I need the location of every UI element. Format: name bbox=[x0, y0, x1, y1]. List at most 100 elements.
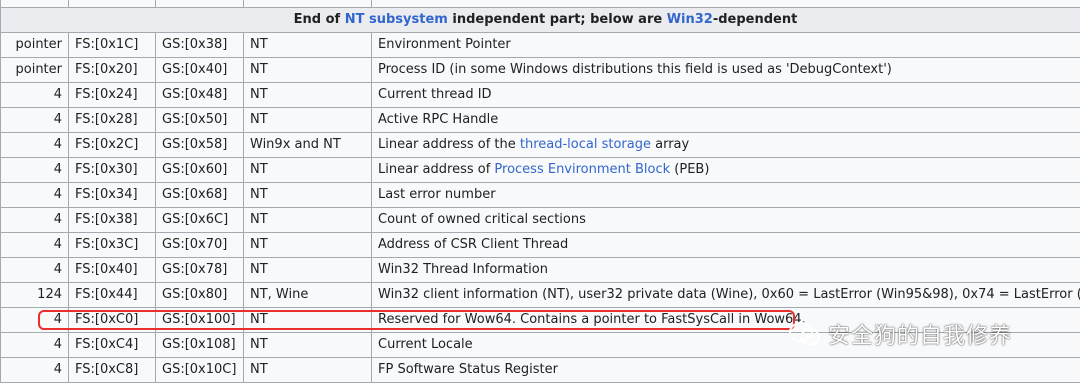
description-cell: FP Software Status Register bbox=[371, 357, 1080, 383]
windows-versions-cell: NT bbox=[243, 57, 372, 83]
fs-offset-cell: FS:[0x40] bbox=[68, 257, 156, 283]
fs-offset-cell: FS:[0x44] bbox=[68, 282, 156, 308]
fs-offset-cell: FS:[0x20] bbox=[68, 57, 156, 83]
description-text: Win32 client information (NT), user32 pr… bbox=[378, 287, 1080, 302]
windows-versions-cell: NT bbox=[243, 32, 372, 58]
description-text-suffix: array bbox=[651, 137, 690, 152]
gs-offset-cell: GS:[0x58] bbox=[155, 132, 244, 158]
description-text: Current thread ID bbox=[378, 87, 492, 102]
gs-offset-cell: GS:[0x108] bbox=[155, 332, 244, 358]
table-row: 4 FS:[0x28] GS:[0x50] NT Active RPC Handle bbox=[0, 107, 1080, 133]
description-text: Reserved for Wow64. Contains a pointer t… bbox=[378, 312, 806, 327]
size-cell: 4 bbox=[0, 107, 69, 133]
fs-offset-cell: FS:[0xC8] bbox=[68, 357, 156, 383]
description-text: Process ID (in some Windows distribution… bbox=[378, 62, 892, 77]
description-text: Current Locale bbox=[378, 337, 473, 352]
table-row-partial bbox=[0, 0, 1080, 8]
description-text: Count of owned critical sections bbox=[378, 212, 586, 227]
description-link[interactable]: Process Environment Block bbox=[494, 162, 670, 177]
description-text: Address of CSR Client Thread bbox=[378, 237, 569, 252]
gs-offset-cell: GS:[0x78] bbox=[155, 257, 244, 283]
table-row: pointer FS:[0x1C] GS:[0x38] NT Environment P… bbox=[0, 32, 1080, 58]
windows-versions-cell: Win9x and NT bbox=[243, 132, 372, 158]
gs-offset-cell: GS:[0x38] bbox=[155, 32, 244, 58]
fs-offset-cell: FS:[0x24] bbox=[68, 82, 156, 108]
table-row: pointer FS:[0x20] GS:[0x40] NT Process ID (i… bbox=[0, 57, 1080, 83]
nt-subsystem-link[interactable]: NT subsystem bbox=[345, 12, 448, 27]
description-cell: Active RPC Handle bbox=[371, 107, 1080, 133]
gs-offset-cell: GS:[0x50] bbox=[155, 107, 244, 133]
windows-versions-cell: NT bbox=[243, 357, 372, 383]
table-row: 4 FS:[0x3C] GS:[0x70] NT Address of CSR Clie… bbox=[0, 232, 1080, 258]
fs-offset-cell: FS:[0x1C] bbox=[68, 32, 156, 58]
size-cell: 4 bbox=[0, 357, 69, 383]
windows-versions-cell: NT bbox=[243, 82, 372, 108]
windows-versions-cell: NT bbox=[243, 182, 372, 208]
size-cell: 4 bbox=[0, 257, 69, 283]
win32-link[interactable]: Win32 bbox=[667, 12, 713, 27]
description-text: FP Software Status Register bbox=[378, 362, 558, 377]
size-cell: 4 bbox=[0, 332, 69, 358]
size-cell: pointer bbox=[0, 32, 69, 58]
gs-offset-cell: GS:[0x6C] bbox=[155, 207, 244, 233]
watermark-text: 安全狗的自我修养 bbox=[828, 324, 1013, 349]
table-row: 4 FS:[0x38] GS:[0x6C] NT Count of owned crit… bbox=[0, 207, 1080, 233]
description-link[interactable]: thread-local storage bbox=[520, 137, 651, 152]
gs-offset-cell: GS:[0x10C] bbox=[155, 357, 244, 383]
description-cell: Address of CSR Client Thread bbox=[371, 232, 1080, 258]
description-cell: Linear address of Process Environment Bl… bbox=[371, 157, 1080, 183]
windows-versions-cell: NT bbox=[243, 107, 372, 133]
gs-offset-cell: GS:[0x48] bbox=[155, 82, 244, 108]
gs-offset-cell: GS:[0x60] bbox=[155, 157, 244, 183]
description-cell: Win32 client information (NT), user32 pr… bbox=[371, 282, 1080, 308]
size-cell: 4 bbox=[0, 82, 69, 108]
windows-versions-cell: NT bbox=[243, 307, 372, 333]
section-header-suffix: -dependent bbox=[712, 12, 798, 27]
size-cell: 4 bbox=[0, 157, 69, 183]
windows-versions-cell: NT bbox=[243, 257, 372, 283]
table-row: 4 FS:[0x2C] GS:[0x58] Win9x and NT Linear ad… bbox=[0, 132, 1080, 158]
description-cell: Count of owned critical sections bbox=[371, 207, 1080, 233]
fs-offset-cell: FS:[0xC4] bbox=[68, 332, 156, 358]
description-cell: Win32 Thread Information bbox=[371, 257, 1080, 283]
description-cell: Process ID (in some Windows distribution… bbox=[371, 57, 1080, 83]
description-text: Active RPC Handle bbox=[378, 112, 499, 127]
gs-offset-cell: GS:[0x100] bbox=[155, 307, 244, 333]
description-text: Win32 Thread Information bbox=[378, 262, 548, 277]
windows-versions-cell: NT bbox=[243, 157, 372, 183]
table-row: 4 FS:[0xC8] GS:[0x10C] NT FP Software Status… bbox=[0, 357, 1080, 383]
size-cell: 4 bbox=[0, 132, 69, 158]
description-text: Last error number bbox=[378, 187, 496, 202]
gs-offset-cell: GS:[0x70] bbox=[155, 232, 244, 258]
table-row: 4 FS:[0x24] GS:[0x48] NT Current thread ID bbox=[0, 82, 1080, 108]
size-cell: pointer bbox=[0, 57, 69, 83]
description-text: Linear address of the bbox=[378, 137, 520, 152]
table-row: 124 FS:[0x44] GS:[0x80] NT, Wine Win32 clien… bbox=[0, 282, 1080, 308]
wechat-icon bbox=[789, 322, 820, 346]
size-cell: 124 bbox=[0, 282, 69, 308]
fs-offset-cell: FS:[0x3C] bbox=[68, 232, 156, 258]
section-header-prefix: End of bbox=[293, 12, 345, 27]
description-cell: Last error number bbox=[371, 182, 1080, 208]
fs-offset-cell: FS:[0x38] bbox=[68, 207, 156, 233]
watermark: 安全狗的自我修养 bbox=[788, 318, 1012, 350]
table-row: 4 FS:[0x30] GS:[0x60] NT Linear address of P… bbox=[0, 157, 1080, 183]
windows-versions-cell: NT, Wine bbox=[243, 282, 372, 308]
table-row: 4 FS:[0x34] GS:[0x68] NT Last error number bbox=[0, 182, 1080, 208]
windows-versions-cell: NT bbox=[243, 232, 372, 258]
description-cell: Environment Pointer bbox=[371, 32, 1080, 58]
size-cell: 4 bbox=[0, 207, 69, 233]
description-cell: Linear address of the thread-local stora… bbox=[371, 132, 1080, 158]
description-cell: Current thread ID bbox=[371, 82, 1080, 108]
description-text: Environment Pointer bbox=[378, 37, 511, 52]
fs-offset-cell: FS:[0xC0] bbox=[68, 307, 156, 333]
fs-offset-cell: FS:[0x28] bbox=[68, 107, 156, 133]
size-cell: 4 bbox=[0, 182, 69, 208]
size-cell: 4 bbox=[0, 232, 69, 258]
section-header: End of NT subsystem independent part; be… bbox=[0, 7, 1080, 33]
description-text: Linear address of bbox=[378, 162, 495, 177]
gs-offset-cell: GS:[0x40] bbox=[155, 57, 244, 83]
fs-offset-cell: FS:[0x34] bbox=[68, 182, 156, 208]
section-header-middle: independent part; below are bbox=[447, 12, 667, 27]
table-row: 4 FS:[0x40] GS:[0x78] NT Win32 Thread Inform… bbox=[0, 257, 1080, 283]
